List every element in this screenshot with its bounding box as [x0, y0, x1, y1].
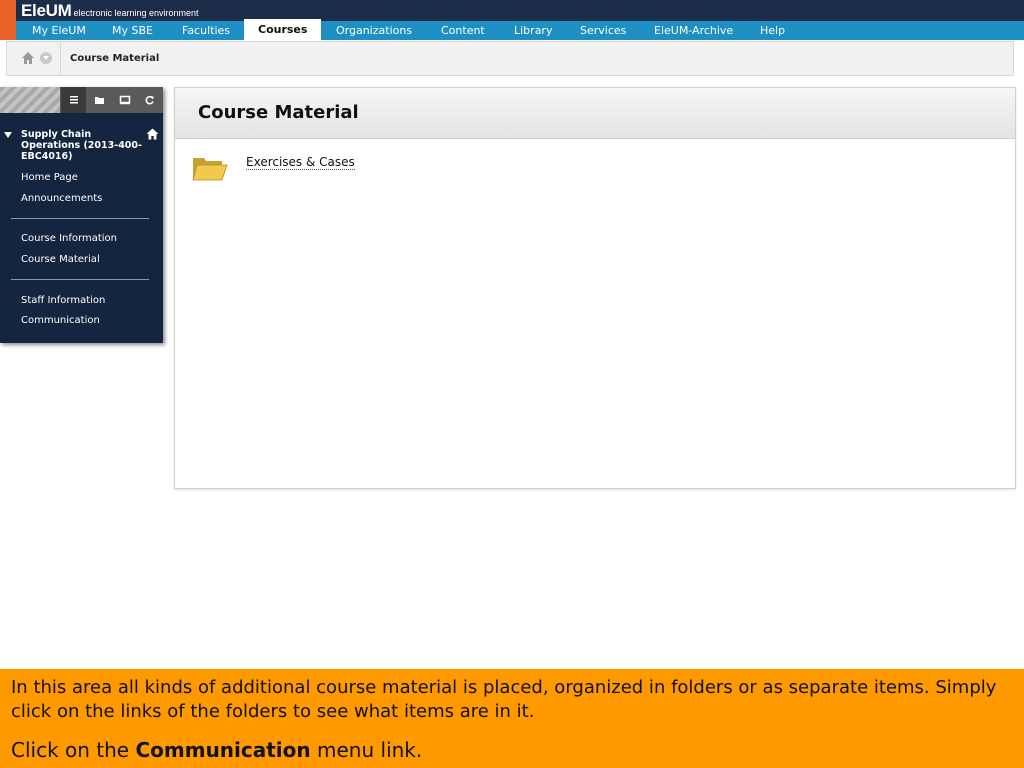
instruction-prompt: Click on the Communication menu link. [11, 738, 422, 762]
tab-my-eleum[interactable]: My EleUM [32, 21, 86, 40]
breadcrumb: Course Material [6, 41, 1014, 76]
brand-name: EleUM [21, 1, 72, 20]
breadcrumb-menu-icon[interactable] [40, 52, 52, 64]
window-icon[interactable] [112, 87, 137, 113]
tab-library[interactable]: Library [514, 21, 552, 40]
content-header: Course Material [175, 88, 1015, 139]
course-title[interactable]: Supply Chain Operations (2013-400-EBC401… [21, 129, 149, 162]
page-title: Course Material [198, 102, 359, 123]
instruction-banner: In this area all kinds of additional cou… [0, 669, 1024, 768]
top-header: EleUM electronic learning environment [0, 0, 1024, 40]
tab-courses[interactable]: Courses [244, 19, 322, 40]
course-menu: Supply Chain Operations (2013-400-EBC401… [0, 87, 163, 343]
instruction-text: In this area all kinds of additional cou… [11, 677, 997, 722]
breadcrumb-divider [60, 42, 61, 75]
menu-divider [11, 279, 149, 280]
brand-tagline: electronic learning environment [73, 8, 199, 18]
refresh-icon[interactable] [137, 87, 162, 113]
instruction-prompt-bold: Communication [135, 738, 311, 762]
breadcrumb-current: Course Material [70, 53, 160, 64]
tab-content[interactable]: Content [441, 21, 485, 40]
menu-link-staff-information[interactable]: Staff Information [21, 295, 105, 306]
folder-view-icon[interactable] [87, 87, 112, 113]
menu-link-course-information[interactable]: Course Information [21, 233, 117, 244]
content-panel: Course Material Exercises & Cases [174, 87, 1016, 489]
collapse-caret-icon[interactable] [4, 132, 12, 138]
brand-logo[interactable]: EleUM electronic learning environment [21, 1, 199, 21]
instruction-prompt-prefix: Click on the [11, 738, 136, 762]
course-menu-toolbar [0, 87, 163, 113]
toolbar-pattern [0, 87, 60, 113]
home-icon[interactable] [21, 51, 35, 65]
tab-faculties[interactable]: Faculties [182, 21, 230, 40]
menu-divider [11, 218, 149, 219]
tab-help[interactable]: Help [760, 21, 785, 40]
folder-link-exercises-cases[interactable]: Exercises & Cases [246, 155, 355, 170]
list-view-icon[interactable] [61, 87, 86, 113]
menu-link-home-page[interactable]: Home Page [21, 172, 78, 183]
instruction-prompt-suffix: menu link. [310, 738, 423, 762]
tab-organizations[interactable]: Organizations [336, 21, 412, 40]
header-accent [0, 0, 16, 40]
tab-services[interactable]: Services [580, 21, 626, 40]
tab-my-sbe[interactable]: My SBE [112, 21, 153, 40]
tab-eleum-archive[interactable]: EleUM-Archive [654, 21, 733, 40]
menu-link-course-material[interactable]: Course Material [21, 254, 100, 265]
menu-link-communication[interactable]: Communication [21, 315, 100, 326]
menu-link-announcements[interactable]: Announcements [21, 193, 102, 204]
course-home-icon[interactable] [146, 128, 159, 140]
folder-icon[interactable] [192, 154, 228, 182]
